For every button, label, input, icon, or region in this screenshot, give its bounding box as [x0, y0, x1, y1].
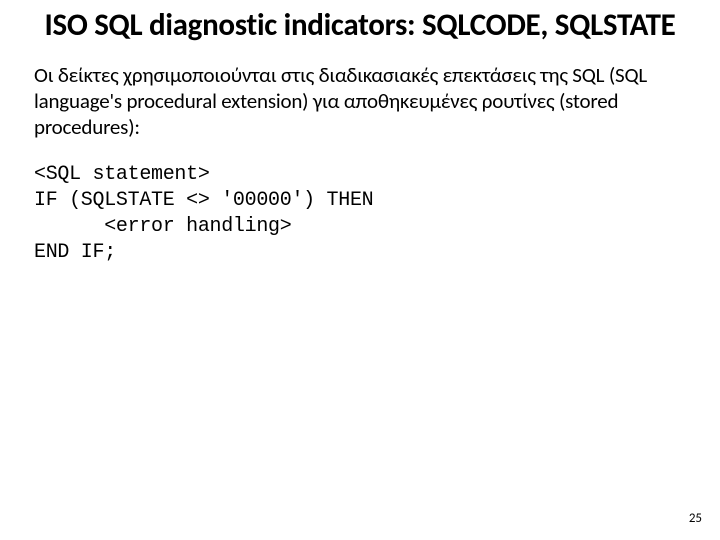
code-line-2: IF (SQLSTATE <> '00000') THEN [34, 189, 373, 212]
slide-body-text: Οι δείκτες χρησιμοποιούνται στις διαδικα… [30, 62, 690, 140]
code-line-3: <error handling> [34, 215, 291, 238]
code-line-1: <SQL statement> [34, 163, 210, 186]
slide-title: ISO SQL diagnostic indicators: SQLCODE, … [30, 0, 690, 62]
slide-container: ISO SQL diagnostic indicators: SQLCODE, … [0, 0, 720, 540]
code-block: <SQL statement> IF (SQLSTATE <> '00000')… [30, 162, 690, 266]
code-line-4: END IF; [34, 241, 116, 264]
page-number: 25 [689, 511, 702, 526]
